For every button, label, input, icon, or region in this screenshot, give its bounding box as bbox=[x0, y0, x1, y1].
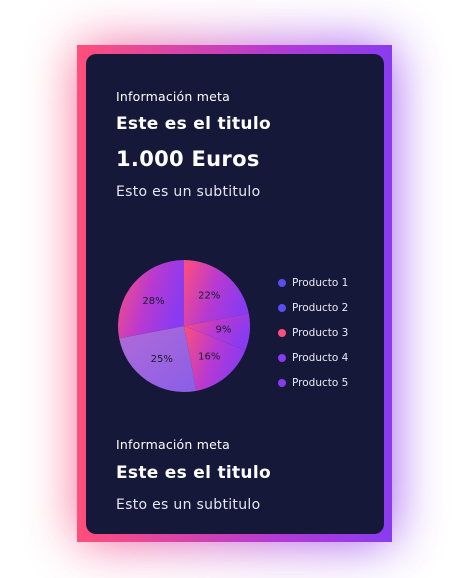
legend-dot-icon bbox=[278, 328, 286, 337]
card-title-bottom: Este es el titulo bbox=[116, 463, 271, 483]
pie-label-2: 9% bbox=[215, 325, 231, 336]
card-title: Este es el titulo bbox=[116, 114, 271, 134]
chart-legend: Producto 1 Producto 2 Producto 3 Producto 4… bbox=[278, 270, 378, 395]
legend-item-3: Producto 3 bbox=[278, 320, 378, 345]
pie-chart-svg: 22% 9% 16% 25% 28% bbox=[118, 260, 250, 392]
legend-item-1: Producto 1 bbox=[278, 270, 378, 295]
legend-dot-icon bbox=[278, 278, 286, 287]
legend-item-4: Producto 4 bbox=[278, 345, 378, 370]
legend-dot-icon bbox=[278, 353, 286, 362]
legend-item-5: Producto 5 bbox=[278, 370, 378, 395]
legend-label: Producto 4 bbox=[292, 351, 349, 364]
legend-dot-icon bbox=[278, 303, 286, 312]
pie-label-1: 22% bbox=[198, 290, 220, 301]
pie-label-4: 25% bbox=[151, 354, 173, 365]
amount-value: 1.000 Euros bbox=[116, 147, 260, 171]
legend-label: Producto 3 bbox=[292, 326, 349, 339]
pie-label-5: 28% bbox=[142, 296, 164, 307]
legend-label: Producto 5 bbox=[292, 376, 349, 389]
card-subtitle-bottom: Esto es un subtitulo bbox=[116, 497, 261, 513]
legend-label: Producto 1 bbox=[292, 276, 349, 289]
info-card: Información meta Este es el titulo 1.000… bbox=[86, 54, 384, 534]
meta-info: Información meta bbox=[116, 89, 230, 104]
card-subtitle: Esto es un subtitulo bbox=[116, 184, 261, 200]
pie-label-3: 16% bbox=[198, 352, 220, 363]
pie-chart: 22% 9% 16% 25% 28% bbox=[104, 242, 264, 412]
meta-info-bottom: Información meta bbox=[116, 437, 230, 452]
legend-dot-icon bbox=[278, 378, 286, 387]
legend-label: Producto 2 bbox=[292, 301, 349, 314]
legend-item-2: Producto 2 bbox=[278, 295, 378, 320]
